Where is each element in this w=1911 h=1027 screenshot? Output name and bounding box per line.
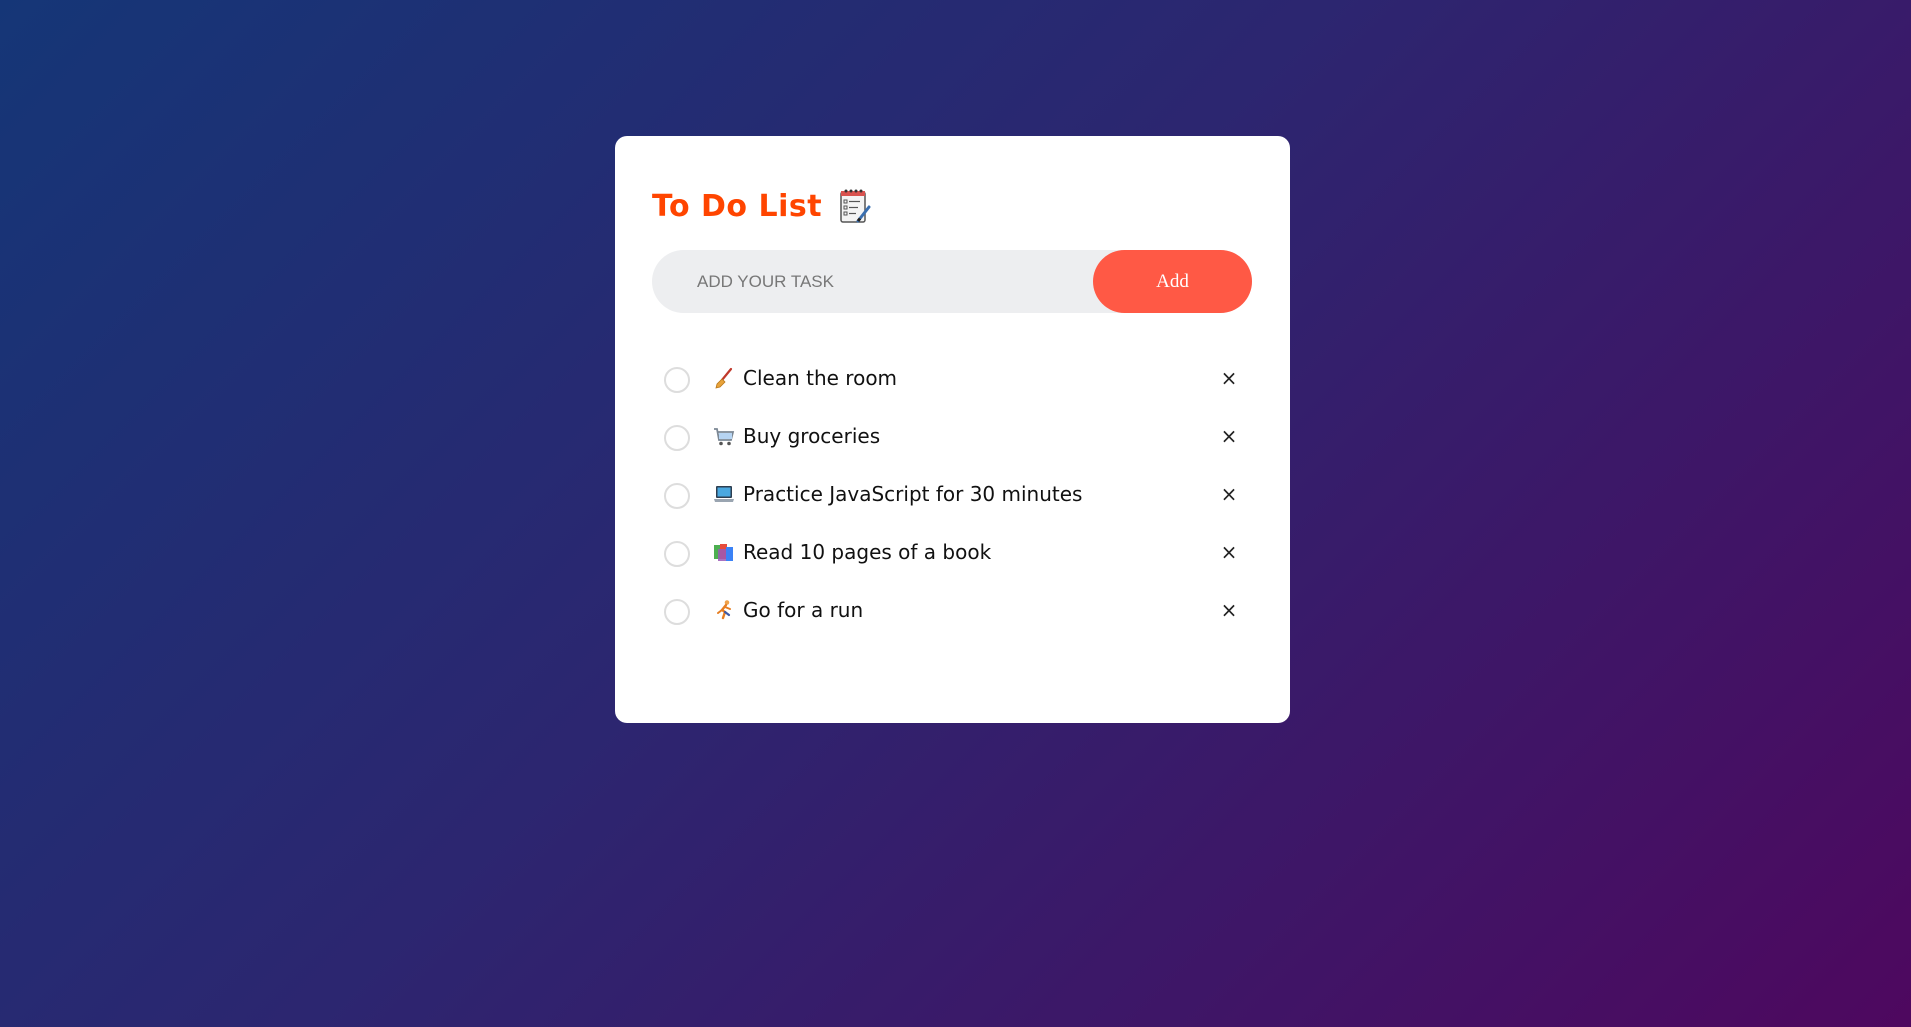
delete-task-button[interactable]: × [1218, 482, 1240, 506]
delete-task-button[interactable]: × [1218, 366, 1240, 390]
delete-task-button[interactable]: × [1218, 540, 1240, 564]
task-item[interactable]: Clean the room × [652, 349, 1252, 407]
todo-card: To Do List Add [615, 136, 1290, 723]
task-text: Buy groceries [743, 424, 881, 448]
task-checkbox[interactable] [664, 541, 690, 567]
page-title: To Do List [652, 188, 823, 224]
delete-task-button[interactable]: × [1218, 424, 1240, 448]
task-item[interactable]: Read 10 pages of a book × [652, 523, 1252, 581]
add-task-button[interactable]: Add [1093, 250, 1252, 313]
task-item[interactable]: Practice JavaScript for 30 minutes × [652, 465, 1252, 523]
task-item[interactable]: Go for a run × [652, 581, 1252, 639]
books-icon [712, 540, 736, 564]
delete-task-button[interactable]: × [1218, 598, 1240, 622]
task-checkbox[interactable] [664, 599, 690, 625]
laptop-icon [712, 482, 736, 506]
task-input-row: Add [652, 249, 1252, 314]
task-input[interactable] [652, 249, 1093, 314]
runner-icon [712, 598, 736, 622]
task-text: Clean the room [743, 366, 898, 390]
title-row: To Do List [652, 184, 1253, 228]
notepad-icon [838, 187, 872, 225]
task-text: Go for a run [743, 598, 864, 622]
task-text: Practice JavaScript for 30 minutes [743, 482, 1083, 506]
task-list: Clean the room × Buy groceries × Practic… [652, 349, 1253, 639]
task-checkbox[interactable] [664, 367, 690, 393]
task-checkbox[interactable] [664, 425, 690, 451]
task-text: Read 10 pages of a book [743, 540, 992, 564]
task-checkbox[interactable] [664, 483, 690, 509]
shopping-cart-icon [712, 424, 736, 448]
task-item[interactable]: Buy groceries × [652, 407, 1252, 465]
broom-icon [712, 366, 736, 390]
